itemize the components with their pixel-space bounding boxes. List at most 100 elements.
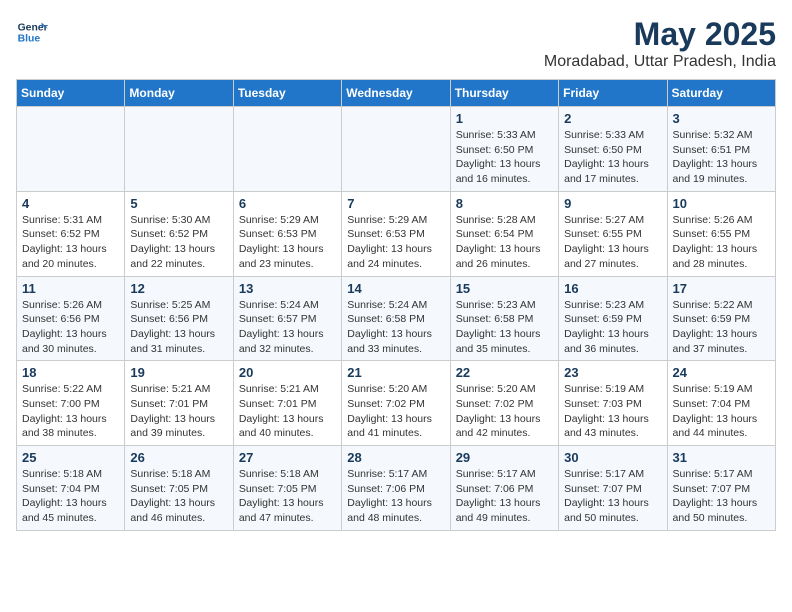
day-number: 27 [239, 450, 336, 465]
calendar-cell: 10 Sunrise: 5:26 AM Sunset: 6:55 PM Dayli… [667, 191, 775, 276]
day-number: 29 [456, 450, 553, 465]
calendar-cell: 13Sunrise: 5:24 AM Sunset: 6:57 PM Dayli… [233, 276, 341, 361]
day-info: Sunrise: 5:19 AM Sunset: 7:03 PM Dayligh… [564, 382, 661, 441]
week-row-4: 18 Sunrise: 5:22 AM Sunset: 7:00 PM Dayli… [17, 361, 776, 446]
svg-text:General: General [18, 22, 48, 33]
calendar-cell: 25 Sunrise: 5:18 AM Sunset: 7:04 PM Dayli… [17, 446, 125, 531]
calendar-cell: 9 Sunrise: 5:27 AM Sunset: 6:55 PM Daylig… [559, 191, 667, 276]
calendar-cell: 18 Sunrise: 5:22 AM Sunset: 7:00 PM Dayli… [17, 361, 125, 446]
day-info: Sunrise: 5:17 AM Sunset: 7:06 PM Dayligh… [347, 467, 444, 526]
day-number: 22 [456, 365, 553, 380]
day-info: Sunrise: 5:18 AM Sunset: 7:05 PM Dayligh… [239, 467, 336, 526]
day-number: 20 [239, 365, 336, 380]
day-info: Sunrise: 5:20 AM Sunset: 7:02 PM Dayligh… [456, 382, 553, 441]
day-number: 21 [347, 365, 444, 380]
week-row-3: 11Sunrise: 5:26 AM Sunset: 6:56 PM Dayli… [17, 276, 776, 361]
calendar-cell: 4 Sunrise: 5:31 AM Sunset: 6:52 PM Daylig… [17, 191, 125, 276]
calendar-cell: 14 Sunrise: 5:24 AM Sunset: 6:58 PM Dayli… [342, 276, 450, 361]
day-info: Sunrise: 5:21 AM Sunset: 7:01 PM Dayligh… [130, 382, 227, 441]
day-number: 3 [673, 111, 770, 126]
calendar-cell: 7Sunrise: 5:29 AM Sunset: 6:53 PM Daylig… [342, 191, 450, 276]
day-info: Sunrise: 5:31 AM Sunset: 6:52 PM Dayligh… [22, 213, 119, 272]
day-info: Sunrise: 5:18 AM Sunset: 7:04 PM Dayligh… [22, 467, 119, 526]
calendar-cell: 23Sunrise: 5:19 AM Sunset: 7:03 PM Dayli… [559, 361, 667, 446]
day-info: Sunrise: 5:33 AM Sunset: 6:50 PM Dayligh… [564, 128, 661, 187]
day-number: 28 [347, 450, 444, 465]
calendar-cell: 17Sunrise: 5:22 AM Sunset: 6:59 PM Dayli… [667, 276, 775, 361]
calendar-cell: 3 Sunrise: 5:32 AM Sunset: 6:51 PM Daylig… [667, 107, 775, 192]
calendar-table: SundayMondayTuesdayWednesdayThursdayFrid… [16, 79, 776, 531]
day-info: Sunrise: 5:29 AM Sunset: 6:53 PM Dayligh… [239, 213, 336, 272]
header-sunday: Sunday [17, 80, 125, 107]
day-info: Sunrise: 5:17 AM Sunset: 7:07 PM Dayligh… [673, 467, 770, 526]
day-number: 4 [22, 196, 119, 211]
calendar-cell [125, 107, 233, 192]
location-title: Moradabad, Uttar Pradesh, India [544, 53, 776, 71]
day-info: Sunrise: 5:24 AM Sunset: 6:58 PM Dayligh… [347, 298, 444, 357]
day-info: Sunrise: 5:28 AM Sunset: 6:54 PM Dayligh… [456, 213, 553, 272]
calendar-cell: 30Sunrise: 5:17 AM Sunset: 7:07 PM Dayli… [559, 446, 667, 531]
week-row-2: 4 Sunrise: 5:31 AM Sunset: 6:52 PM Daylig… [17, 191, 776, 276]
day-number: 12 [130, 281, 227, 296]
week-row-5: 25 Sunrise: 5:18 AM Sunset: 7:04 PM Dayli… [17, 446, 776, 531]
header-thursday: Thursday [450, 80, 558, 107]
calendar-cell [342, 107, 450, 192]
day-number: 24 [673, 365, 770, 380]
calendar-cell: 16 Sunrise: 5:23 AM Sunset: 6:59 PM Dayli… [559, 276, 667, 361]
day-number: 5 [130, 196, 227, 211]
day-info: Sunrise: 5:22 AM Sunset: 7:00 PM Dayligh… [22, 382, 119, 441]
calendar-cell: 24 Sunrise: 5:19 AM Sunset: 7:04 PM Dayli… [667, 361, 775, 446]
calendar-cell [233, 107, 341, 192]
day-number: 10 [673, 196, 770, 211]
calendar-cell: 27 Sunrise: 5:18 AM Sunset: 7:05 PM Dayli… [233, 446, 341, 531]
day-number: 17 [673, 281, 770, 296]
day-info: Sunrise: 5:18 AM Sunset: 7:05 PM Dayligh… [130, 467, 227, 526]
day-number: 31 [673, 450, 770, 465]
calendar-cell: 15Sunrise: 5:23 AM Sunset: 6:58 PM Dayli… [450, 276, 558, 361]
day-info: Sunrise: 5:27 AM Sunset: 6:55 PM Dayligh… [564, 213, 661, 272]
calendar-cell: 19 Sunrise: 5:21 AM Sunset: 7:01 PM Dayli… [125, 361, 233, 446]
logo-icon: General Blue [16, 16, 48, 48]
calendar-cell: 5Sunrise: 5:30 AM Sunset: 6:52 PM Daylig… [125, 191, 233, 276]
day-number: 14 [347, 281, 444, 296]
day-info: Sunrise: 5:23 AM Sunset: 6:59 PM Dayligh… [564, 298, 661, 357]
header-monday: Monday [125, 80, 233, 107]
day-info: Sunrise: 5:26 AM Sunset: 6:55 PM Dayligh… [673, 213, 770, 272]
day-number: 7 [347, 196, 444, 211]
header-saturday: Saturday [667, 80, 775, 107]
week-row-1: 1Sunrise: 5:33 AM Sunset: 6:50 PM Daylig… [17, 107, 776, 192]
day-info: Sunrise: 5:23 AM Sunset: 6:58 PM Dayligh… [456, 298, 553, 357]
calendar-cell: 11Sunrise: 5:26 AM Sunset: 6:56 PM Dayli… [17, 276, 125, 361]
calendar-cell: 20Sunrise: 5:21 AM Sunset: 7:01 PM Dayli… [233, 361, 341, 446]
day-number: 18 [22, 365, 119, 380]
svg-text:Blue: Blue [18, 34, 41, 45]
calendar-cell: 28 Sunrise: 5:17 AM Sunset: 7:06 PM Dayli… [342, 446, 450, 531]
calendar-cell: 8 Sunrise: 5:28 AM Sunset: 6:54 PM Daylig… [450, 191, 558, 276]
day-info: Sunrise: 5:17 AM Sunset: 7:06 PM Dayligh… [456, 467, 553, 526]
day-number: 19 [130, 365, 227, 380]
page-header: General Blue May 2025 Moradabad, Uttar P… [16, 16, 776, 71]
day-info: Sunrise: 5:20 AM Sunset: 7:02 PM Dayligh… [347, 382, 444, 441]
calendar-cell: 26 Sunrise: 5:18 AM Sunset: 7:05 PM Dayli… [125, 446, 233, 531]
month-title: May 2025 [544, 16, 776, 53]
calendar-header-row: SundayMondayTuesdayWednesdayThursdayFrid… [17, 80, 776, 107]
calendar-cell: 2Sunrise: 5:33 AM Sunset: 6:50 PM Daylig… [559, 107, 667, 192]
title-area: May 2025 Moradabad, Uttar Pradesh, India [544, 16, 776, 71]
day-number: 6 [239, 196, 336, 211]
day-info: Sunrise: 5:32 AM Sunset: 6:51 PM Dayligh… [673, 128, 770, 187]
day-number: 16 [564, 281, 661, 296]
day-number: 8 [456, 196, 553, 211]
header-wednesday: Wednesday [342, 80, 450, 107]
calendar-cell: 21 Sunrise: 5:20 AM Sunset: 7:02 PM Dayli… [342, 361, 450, 446]
day-info: Sunrise: 5:19 AM Sunset: 7:04 PM Dayligh… [673, 382, 770, 441]
day-number: 30 [564, 450, 661, 465]
day-number: 11 [22, 281, 119, 296]
day-info: Sunrise: 5:33 AM Sunset: 6:50 PM Dayligh… [456, 128, 553, 187]
day-info: Sunrise: 5:24 AM Sunset: 6:57 PM Dayligh… [239, 298, 336, 357]
calendar-cell: 31 Sunrise: 5:17 AM Sunset: 7:07 PM Dayli… [667, 446, 775, 531]
header-friday: Friday [559, 80, 667, 107]
day-number: 26 [130, 450, 227, 465]
calendar-cell: 29 Sunrise: 5:17 AM Sunset: 7:06 PM Dayli… [450, 446, 558, 531]
day-number: 9 [564, 196, 661, 211]
day-number: 25 [22, 450, 119, 465]
